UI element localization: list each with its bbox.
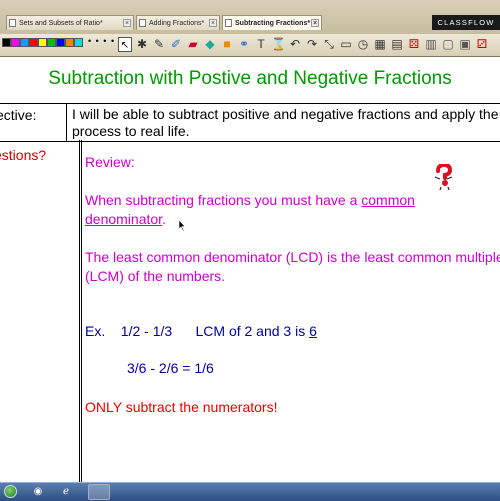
grid-icon[interactable]: ▥ (424, 37, 438, 52)
tab-strip: Sets and Subsets of Ratio* × Adding Frac… (0, 0, 500, 35)
highlighter-icon[interactable]: ✐ (169, 37, 183, 52)
column-divider (81, 140, 82, 482)
document-icon (9, 19, 16, 27)
tab-label: Sets and Subsets of Ratio* (19, 20, 103, 27)
tab-label: Subtracting Fractions* (235, 20, 311, 27)
close-icon[interactable]: × (209, 19, 217, 27)
tab-subtracting-fractions[interactable]: Subtracting Fractions* × (222, 15, 322, 30)
clock-icon[interactable]: ◷ (356, 37, 370, 52)
wrench-icon[interactable]: ✱ (135, 37, 149, 52)
hourglass-icon[interactable]: ⌛ (271, 37, 286, 52)
projector-icon[interactable]: ▭ (339, 37, 353, 52)
window-icon[interactable]: ▢ (441, 37, 455, 52)
internet-explorer-icon[interactable]: ℯ (58, 485, 74, 499)
common-denominator-text: When subtracting fractions you must have… (85, 191, 485, 229)
link-icon[interactable]: ⚭ (237, 37, 251, 52)
random-icon[interactable]: ⚂ (475, 37, 489, 52)
objective-label: ective: (0, 107, 37, 123)
example-line-2: 3/6 - 2/6 = 1/6 (127, 360, 214, 376)
questions-label: estions? (0, 147, 47, 163)
shape-icon[interactable]: ■ (220, 37, 234, 52)
text-span: When subtracting fractions you must have… (85, 192, 362, 208)
text-span: . (162, 211, 166, 227)
example-answer: 6 (309, 323, 317, 339)
lcd-definition-text: The least common denominator (LCD) is th… (85, 249, 500, 284)
close-icon[interactable]: × (311, 19, 319, 27)
pan-icon[interactable]: ⤡ (322, 37, 336, 52)
document-icon (139, 19, 146, 27)
text-tool-label: T (257, 37, 265, 51)
fill-icon[interactable]: ◆ (203, 37, 217, 52)
review-heading: Review: (85, 154, 135, 170)
color-swatch-red[interactable] (29, 38, 38, 47)
page-title: Subtraction with Postive and Negative Fr… (48, 68, 452, 89)
objective-row: ective: I will be able to subtract posit… (0, 103, 500, 142)
toolbar: • • • • ↖ ✱ ✎ ✐ ▰ ◆ ■ ⚭ T ⌛ ↶ ↷ ⤡ ▭ ◷ ▦ … (0, 34, 500, 57)
start-button[interactable] (4, 485, 17, 498)
taskbar-app-button[interactable] (88, 484, 110, 500)
color-swatch-magenta[interactable] (11, 38, 20, 47)
objective-text: I will be able to subtract positive and … (72, 106, 499, 139)
color-swatch-orange[interactable] (65, 38, 74, 47)
example-line-1: Ex. 1/2 - 1/3 LCM of 2 and 3 is 6 (85, 323, 317, 339)
mouse-cursor-icon (179, 220, 186, 231)
text-icon[interactable]: T (254, 37, 268, 52)
tab-sets-and-subsets[interactable]: Sets and Subsets of Ratio* × (6, 15, 134, 30)
color-swatch-cyan[interactable] (74, 38, 83, 47)
close-icon[interactable]: × (123, 19, 131, 27)
chrome-icon[interactable]: ◉ (30, 485, 46, 499)
arrow-pointer-icon[interactable]: ↖ (118, 37, 132, 52)
color-swatch-navy[interactable] (56, 38, 65, 47)
color-swatch-yellow[interactable] (38, 38, 47, 47)
pen-icon[interactable]: ✎ (152, 37, 166, 52)
screen-icon[interactable]: ▣ (458, 37, 472, 52)
calculator-icon[interactable]: ▦ (373, 37, 387, 52)
undo-icon[interactable]: ↶ (288, 37, 302, 52)
column-divider (79, 140, 80, 482)
document-icon (225, 19, 232, 27)
tab-label: Adding Fractions* (149, 20, 205, 27)
brand-logo: CLASSFLOW (432, 15, 500, 30)
eraser-icon[interactable]: ▰ (186, 37, 200, 52)
pen-width-dots[interactable]: • • • • (88, 36, 115, 46)
tab-adding-fractions[interactable]: Adding Fractions* × (136, 15, 220, 30)
windows-taskbar: ◉ ℯ (0, 482, 500, 501)
objective-divider (66, 104, 67, 141)
keyboard-icon[interactable]: ▤ (390, 37, 404, 52)
color-swatch-blue[interactable] (20, 38, 29, 47)
color-swatch-black[interactable] (2, 38, 11, 47)
color-swatch-green[interactable] (47, 38, 56, 47)
dice-icon[interactable]: ⚄ (407, 37, 421, 52)
numerator-warning: ONLY subtract the numerators! (85, 399, 278, 415)
example-text: Ex. 1/2 - 1/3 LCM of 2 and 3 is (85, 323, 310, 339)
redo-icon[interactable]: ↷ (305, 37, 319, 52)
question-mark-icon[interactable] (432, 164, 454, 190)
